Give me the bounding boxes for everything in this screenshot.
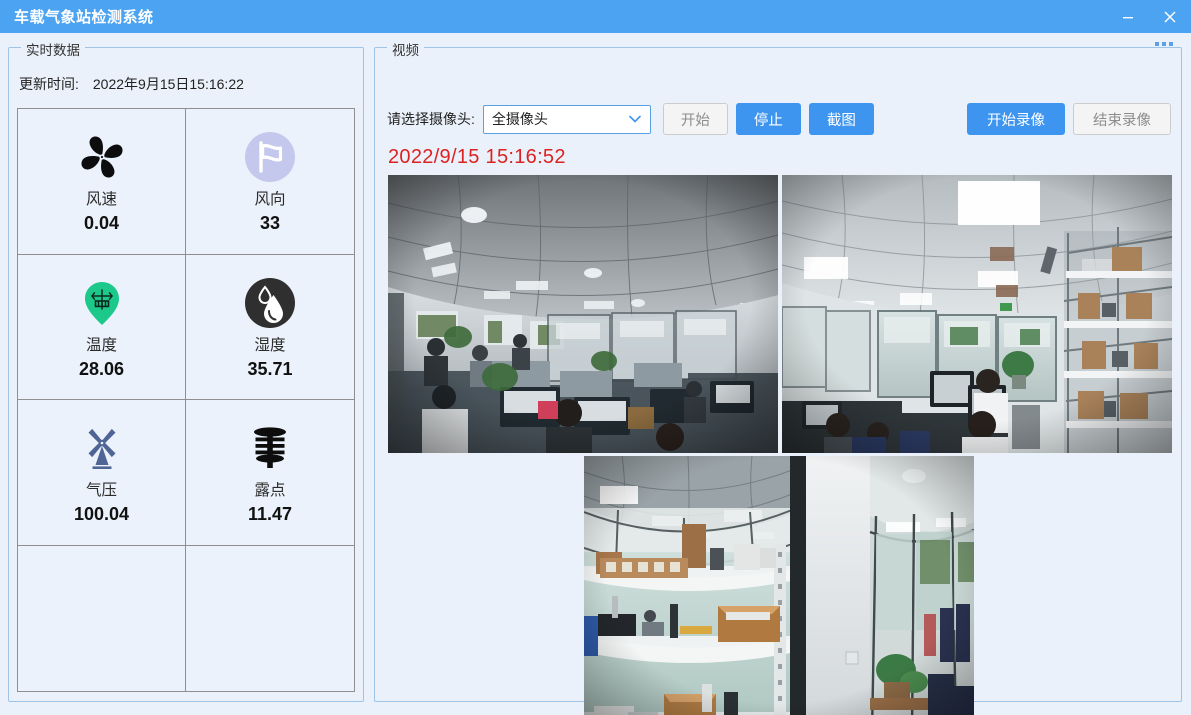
sensor-data-grid: 风速 0.04 风向 33 温度 28.06 湿度 35.71 气压 100.0… xyxy=(17,108,355,692)
sensor-card-empty-2 xyxy=(186,545,354,691)
video-panel-title: 视频 xyxy=(387,39,424,59)
camera-feed-1[interactable] xyxy=(388,175,778,453)
snapshot-button[interactable]: 截图 xyxy=(808,103,874,135)
sensor-card-temperature[interactable]: 温度 28.06 xyxy=(18,254,186,400)
application-window: 车载气象站检测系统 实时数据 更新时间: 2022年9月15日15:16:22 xyxy=(0,0,1191,715)
sensor-label: 风速 xyxy=(85,191,117,209)
window-title: 车载气象站检测系统 xyxy=(14,9,154,26)
camera-feed-3-image xyxy=(584,456,974,715)
video-toolbar: 请选择摄像头: 全摄像头 开始 停止 截图 开始录像 结束录像 xyxy=(387,102,1171,136)
realtime-data-title: 实时数据 xyxy=(21,39,85,59)
minimize-button[interactable] xyxy=(1107,0,1149,33)
video-timestamp: 2022/9/15 15:16:52 xyxy=(388,146,566,168)
sensor-value: 0.04 xyxy=(83,213,120,234)
chevron-down-icon xyxy=(628,111,642,127)
sensor-card-wind-speed[interactable]: 风速 0.04 xyxy=(18,109,186,255)
stop-record-button[interactable]: 结束录像 xyxy=(1073,103,1171,135)
update-time-value: 2022年9月15日15:16:22 xyxy=(92,76,244,92)
sensor-value: 33 xyxy=(259,213,281,234)
sensor-value: 28.06 xyxy=(78,358,125,379)
windmill-icon xyxy=(73,419,131,477)
sensor-card-dew-point[interactable]: 露点 11.47 xyxy=(186,400,354,546)
camera-select[interactable]: 全摄像头 xyxy=(482,104,651,134)
realtime-data-panel: 实时数据 更新时间: 2022年9月15日15:16:22 风速 0.04 风向… xyxy=(8,39,364,702)
update-time-row: 更新时间: 2022年9月15日15:16:22 xyxy=(19,74,244,94)
sensor-value: 100.04 xyxy=(73,504,130,525)
camera-feed-3[interactable] xyxy=(584,456,974,715)
start-record-button[interactable]: 开始录像 xyxy=(967,103,1065,135)
camera-feed-2-image xyxy=(782,175,1172,453)
update-time-label: 更新时间: xyxy=(19,76,79,92)
flag-icon xyxy=(241,128,299,186)
sensor-label: 露点 xyxy=(254,482,286,500)
camera-feed-2[interactable] xyxy=(782,175,1172,453)
window-body: 实时数据 更新时间: 2022年9月15日15:16:22 风速 0.04 风向… xyxy=(0,33,1191,715)
dot-1 xyxy=(1155,42,1159,46)
start-preview-button[interactable]: 开始 xyxy=(662,103,728,135)
close-icon xyxy=(1164,10,1176,23)
sensor-label: 湿度 xyxy=(254,336,286,354)
sensor-label: 风向 xyxy=(254,191,286,209)
close-button[interactable] xyxy=(1149,0,1191,33)
sensor-card-empty-1 xyxy=(18,545,186,691)
sensor-value: 35.71 xyxy=(247,358,293,379)
dew-point-icon xyxy=(241,419,299,477)
sensor-card-wind-direction[interactable]: 风向 33 xyxy=(186,109,354,255)
camera-select-label: 请选择摄像头: xyxy=(387,111,475,127)
title-bar: 车载气象站检测系统 xyxy=(0,0,1191,33)
more-options-icon[interactable] xyxy=(1155,42,1173,46)
dot-3 xyxy=(1169,42,1173,46)
fan-icon xyxy=(73,128,131,186)
camera-select-value: 全摄像头 xyxy=(491,111,548,127)
video-panel: 视频 请选择摄像头: 全摄像头 开始 停止 截图 开始录像 结束录像 2022/… xyxy=(374,39,1182,715)
sensor-card-humidity[interactable]: 湿度 35.71 xyxy=(186,254,354,400)
dot-2 xyxy=(1162,42,1166,46)
stop-preview-button[interactable]: 停止 xyxy=(735,103,801,135)
camera-feed-1-image xyxy=(388,175,778,453)
sensor-label: 温度 xyxy=(85,336,117,354)
weather-pin-icon xyxy=(73,274,131,332)
video-feed-grid xyxy=(388,175,1172,715)
sensor-label: 气压 xyxy=(85,482,117,500)
water-drops-icon xyxy=(241,274,299,332)
sensor-card-pressure[interactable]: 气压 100.04 xyxy=(18,400,186,546)
sensor-value: 11.47 xyxy=(247,504,293,525)
minimize-icon xyxy=(1123,16,1133,18)
